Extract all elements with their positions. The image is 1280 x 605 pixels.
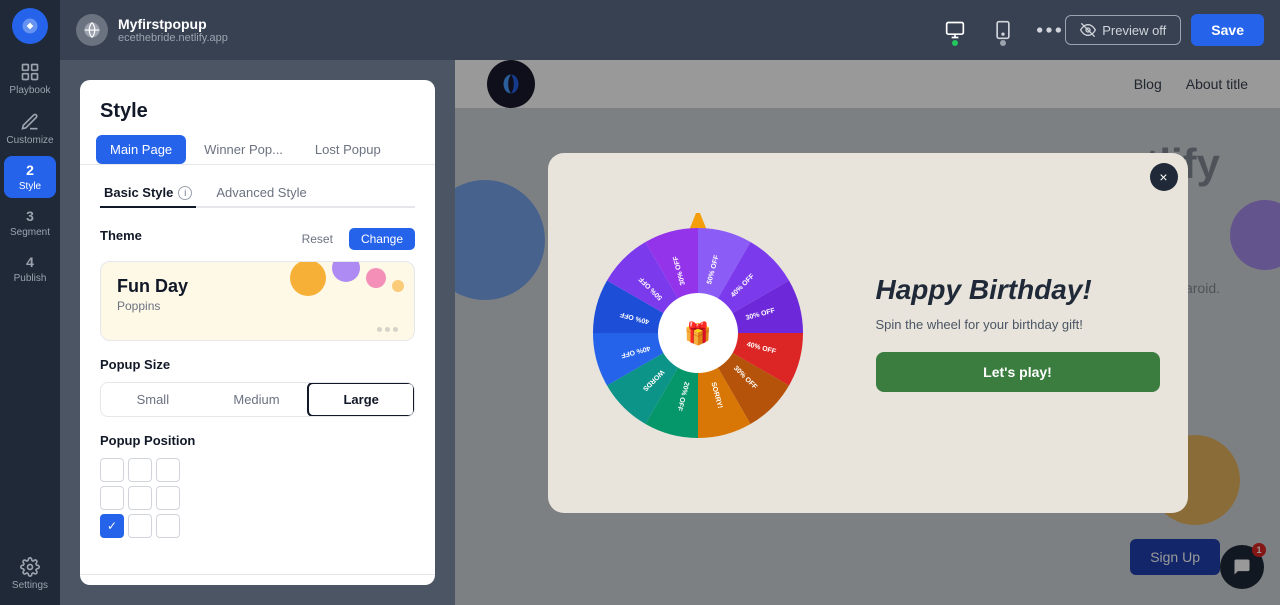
tab-main-page[interactable]: Main Page xyxy=(96,135,186,164)
sidebar: Playbook Customize 2 Style 3 Segment 4 P… xyxy=(0,0,60,605)
popup-title: Happy Birthday! xyxy=(876,273,1160,307)
popup-overlay: × xyxy=(455,60,1280,605)
sidebar-item-customize[interactable]: Customize xyxy=(4,106,56,152)
theme-actions: Reset Change xyxy=(292,228,415,250)
sidebar-item-publish[interactable]: 4 Publish xyxy=(4,248,56,290)
panel-title: Style xyxy=(80,80,435,123)
pos-cell-0-0[interactable] xyxy=(100,458,124,482)
size-medium-button[interactable]: Medium xyxy=(205,383,309,416)
popup-position-section: Popup Position xyxy=(100,433,415,538)
spin-wheel: 🎁 50% OFF 40% OFF 30% OFF 40% OFF 30% OF… xyxy=(578,213,818,453)
pos-cell-0-2[interactable] xyxy=(156,458,180,482)
sidebar-item-segment[interactable]: 3 Segment xyxy=(4,202,56,244)
pos-cell-0-1[interactable] xyxy=(128,458,152,482)
theme-dots xyxy=(377,327,398,332)
size-group: Small Medium Large xyxy=(100,382,415,417)
pos-cell-1-0[interactable] xyxy=(100,486,124,510)
tab-winner-popup[interactable]: Winner Pop... xyxy=(190,135,297,164)
sidebar-item-playbook[interactable]: Playbook xyxy=(4,56,56,102)
panel-content: Basic Style i Advanced Style Theme Reset… xyxy=(80,165,435,574)
theme-header: Theme Reset Change xyxy=(100,224,415,253)
popup-size-section: Popup Size Small Medium Large xyxy=(100,357,415,417)
site-url: ecethebride.netlify.app xyxy=(118,32,228,44)
sidebar-item-style[interactable]: 2 Style xyxy=(4,156,56,198)
theme-reset-button[interactable]: Reset xyxy=(292,228,343,250)
site-icon xyxy=(76,14,108,46)
site-name: Myfirstpopup xyxy=(118,16,228,32)
pos-cell-1-1[interactable] xyxy=(128,486,152,510)
wheel-side: 🎁 50% OFF 40% OFF 30% OFF 40% OFF 30% OF… xyxy=(548,153,848,513)
pos-cell-2-2[interactable] xyxy=(156,514,180,538)
popup-container: × xyxy=(548,153,1188,513)
pos-cell-2-1[interactable] xyxy=(128,514,152,538)
topbar: Myfirstpopup ecethebride.netlify.app Pre… xyxy=(60,0,1280,60)
popup-right: Happy Birthday! Spin the wheel for your … xyxy=(848,153,1188,513)
style-panel: Style Main Page Winner Pop... Lost Popup… xyxy=(80,80,435,585)
topbar-actions: Preview off Save xyxy=(1065,14,1264,46)
main-area: Style Main Page Winner Pop... Lost Popup… xyxy=(60,60,1280,605)
panel-footer: Back Next to Winner Popup xyxy=(80,574,435,585)
desktop-device-btn[interactable] xyxy=(937,12,973,48)
panel-tabs: Main Page Winner Pop... Lost Popup xyxy=(80,123,435,165)
pos-cell-1-2[interactable] xyxy=(156,486,180,510)
theme-change-button[interactable]: Change xyxy=(349,228,415,250)
theme-decoration xyxy=(290,261,404,296)
site-text: Myfirstpopup ecethebride.netlify.app xyxy=(118,16,228,44)
popup-cta-button[interactable]: Let's play! xyxy=(876,352,1160,392)
info-icon: i xyxy=(178,186,192,200)
theme-card: Fun Day Poppins xyxy=(100,261,415,341)
size-large-button[interactable]: Large xyxy=(307,382,415,417)
svg-text:🎁: 🎁 xyxy=(684,321,711,346)
popup-subtitle: Spin the wheel for your birthday gift! xyxy=(876,317,1160,332)
website-preview: Blog About title tlify o polaroid. Sign … xyxy=(455,60,1280,605)
style-tabs: Basic Style i Advanced Style xyxy=(100,165,415,208)
position-grid xyxy=(100,458,415,538)
sidebar-item-settings[interactable]: Settings xyxy=(4,551,56,597)
app-logo[interactable] xyxy=(12,8,48,44)
preview-area: Blog About title tlify o polaroid. Sign … xyxy=(455,60,1280,605)
tab-basic-style[interactable]: Basic Style i xyxy=(100,179,196,208)
tab-advanced-style[interactable]: Advanced Style xyxy=(212,179,310,206)
mobile-device-btn[interactable] xyxy=(985,12,1021,48)
site-info: Myfirstpopup ecethebride.netlify.app xyxy=(76,14,937,46)
device-switcher xyxy=(937,12,1065,48)
more-options-btn[interactable] xyxy=(1033,14,1065,46)
save-button[interactable]: Save xyxy=(1191,14,1264,46)
tab-lost-popup[interactable]: Lost Popup xyxy=(301,135,395,164)
size-small-button[interactable]: Small xyxy=(101,383,205,416)
pos-cell-2-0[interactable] xyxy=(100,514,124,538)
popup-close-button[interactable]: × xyxy=(1150,163,1178,191)
theme-card-font: Poppins xyxy=(117,299,398,313)
preview-button[interactable]: Preview off xyxy=(1065,15,1181,45)
